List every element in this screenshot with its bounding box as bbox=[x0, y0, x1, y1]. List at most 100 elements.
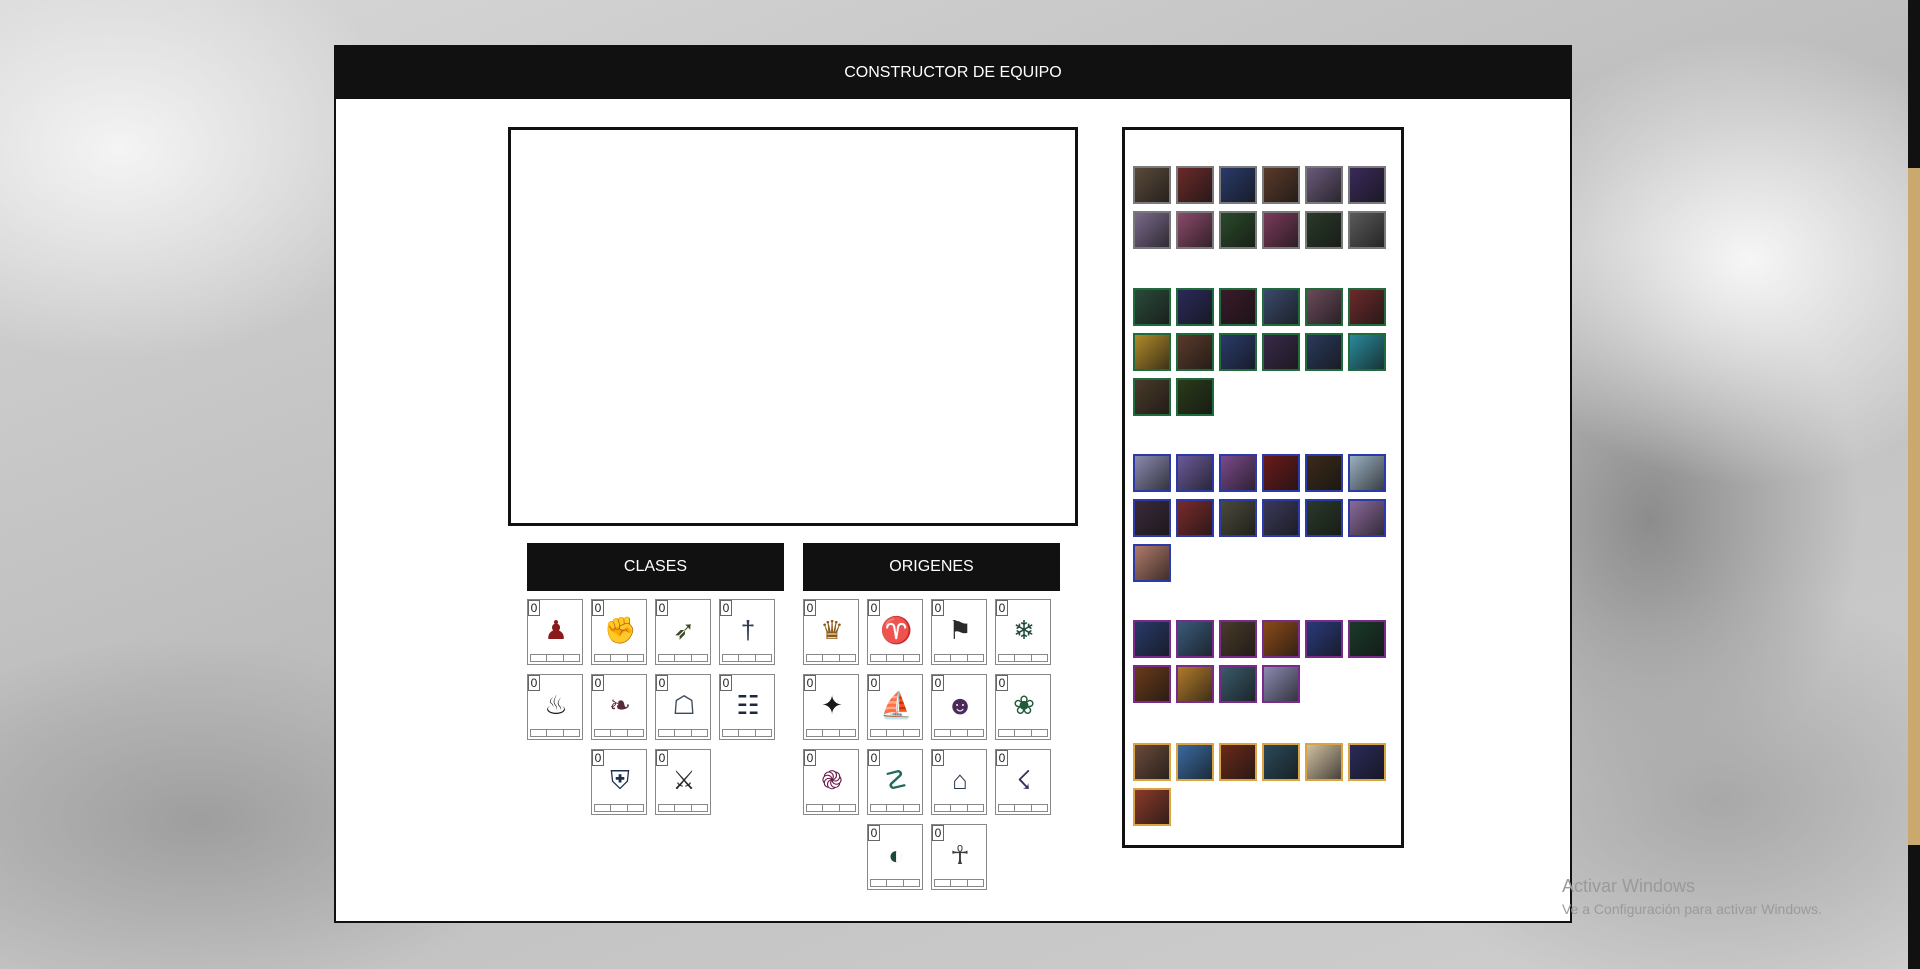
champion-portrait[interactable] bbox=[1133, 378, 1171, 416]
trait-count: 0 bbox=[868, 750, 880, 766]
classes-header-text: CLASES bbox=[623, 558, 688, 575]
champion-portrait[interactable] bbox=[1133, 743, 1171, 781]
champion-portrait[interactable] bbox=[1219, 333, 1257, 371]
champion-portrait[interactable] bbox=[1133, 665, 1171, 703]
open-book-trait-card[interactable]: 0 ☷ bbox=[719, 674, 775, 740]
champion-portrait[interactable] bbox=[1348, 288, 1386, 326]
paw-trait-card[interactable]: 0 ❀ bbox=[995, 674, 1051, 740]
knight-helmet-trait-card[interactable]: 0 ☖ bbox=[655, 674, 711, 740]
champion-portrait[interactable] bbox=[1176, 620, 1214, 658]
champion-portrait[interactable] bbox=[1305, 166, 1343, 204]
bow-icon: ➶ bbox=[673, 615, 695, 645]
champion-portrait[interactable] bbox=[1262, 211, 1300, 249]
sword-trait-card[interactable]: 0 † bbox=[719, 599, 775, 665]
champion-portrait[interactable] bbox=[1133, 544, 1171, 582]
champion-portrait[interactable] bbox=[1305, 620, 1343, 658]
champion-portrait[interactable] bbox=[1176, 454, 1214, 492]
fist-trait-card[interactable]: 0 ✊ bbox=[591, 599, 647, 665]
page-title-text: CONSTRUCTOR DE EQUIPO bbox=[844, 64, 1062, 81]
bow-trait-card[interactable]: 0 ➶ bbox=[655, 599, 711, 665]
trait-tier-bar bbox=[530, 729, 580, 737]
trait-count: 0 bbox=[592, 600, 604, 616]
champion-portrait[interactable] bbox=[1176, 211, 1214, 249]
champion-portrait[interactable] bbox=[1262, 499, 1300, 537]
champion-portrait[interactable] bbox=[1219, 166, 1257, 204]
dragon-trait-card[interactable]: 0 ☡ bbox=[867, 749, 923, 815]
scrollbar-thumb[interactable] bbox=[1908, 168, 1920, 845]
champion-portrait[interactable] bbox=[1219, 288, 1257, 326]
wolf-trait-card[interactable]: 0 ☇ bbox=[995, 749, 1051, 815]
champion-portrait[interactable] bbox=[1176, 499, 1214, 537]
trait-count: 0 bbox=[804, 750, 816, 766]
phantom-eye-trait-card[interactable]: 0 ◐ bbox=[867, 824, 923, 890]
champion-portrait[interactable] bbox=[1262, 743, 1300, 781]
guardian-trait-card[interactable]: 0 ☥ bbox=[931, 824, 987, 890]
snowflake-icon: ❄ bbox=[1013, 615, 1035, 645]
champion-portrait[interactable] bbox=[1348, 499, 1386, 537]
shapeshifter-trait-card[interactable]: 0 ❧ bbox=[591, 674, 647, 740]
champion-portrait[interactable] bbox=[1219, 620, 1257, 658]
demon-horns-trait-card[interactable]: 0 ♈ bbox=[867, 599, 923, 665]
champion-portrait[interactable] bbox=[1348, 454, 1386, 492]
crossed-pistols-trait-card[interactable]: 0 ⚔ bbox=[655, 749, 711, 815]
champion-portrait[interactable] bbox=[1262, 454, 1300, 492]
champion-portrait[interactable] bbox=[1262, 166, 1300, 204]
champion-portrait[interactable] bbox=[1176, 378, 1214, 416]
ship-trait-card[interactable]: 0 ⛵ bbox=[867, 674, 923, 740]
champion-portrait[interactable] bbox=[1133, 333, 1171, 371]
team-board-dropzone[interactable] bbox=[508, 127, 1078, 526]
champion-portrait[interactable] bbox=[1348, 333, 1386, 371]
champion-portrait[interactable] bbox=[1305, 211, 1343, 249]
champion-portrait[interactable] bbox=[1133, 788, 1171, 826]
champion-portrait[interactable] bbox=[1305, 454, 1343, 492]
void-spiral-trait-card[interactable]: 0 ֎ bbox=[803, 749, 859, 815]
trait-tier-bar bbox=[722, 654, 772, 662]
champion-portrait[interactable] bbox=[1133, 499, 1171, 537]
champion-portrait[interactable] bbox=[1219, 743, 1257, 781]
robot-icon: ⌂ bbox=[952, 765, 968, 795]
cat-mask-icon: ☻ bbox=[946, 690, 974, 720]
champion-portrait[interactable] bbox=[1348, 743, 1386, 781]
champion-portrait[interactable] bbox=[1305, 743, 1343, 781]
champion-portrait[interactable] bbox=[1176, 665, 1214, 703]
robot-trait-card[interactable]: 0 ⌂ bbox=[931, 749, 987, 815]
champion-portrait[interactable] bbox=[1262, 665, 1300, 703]
shield-trait-card[interactable]: 0 ⛨ bbox=[591, 749, 647, 815]
champion-portrait[interactable] bbox=[1305, 333, 1343, 371]
champion-portrait[interactable] bbox=[1133, 454, 1171, 492]
paw-icon: ❀ bbox=[1013, 690, 1035, 720]
banner-trait-card[interactable]: 0 ⚑ bbox=[931, 599, 987, 665]
champion-portrait[interactable] bbox=[1133, 620, 1171, 658]
champion-portrait[interactable] bbox=[1133, 288, 1171, 326]
champion-portrait[interactable] bbox=[1176, 288, 1214, 326]
champion-portrait[interactable] bbox=[1305, 499, 1343, 537]
hooded-assassin-trait-card[interactable]: 0 ♟ bbox=[527, 599, 583, 665]
champion-portrait[interactable] bbox=[1176, 333, 1214, 371]
champion-portrait[interactable] bbox=[1176, 743, 1214, 781]
shuriken-trait-card[interactable]: 0 ✦ bbox=[803, 674, 859, 740]
champion-portrait[interactable] bbox=[1305, 288, 1343, 326]
champion-portrait[interactable] bbox=[1219, 211, 1257, 249]
champion-portrait[interactable] bbox=[1262, 288, 1300, 326]
crossed-pistols-icon: ⚔ bbox=[672, 765, 696, 795]
champion-portrait[interactable] bbox=[1176, 166, 1214, 204]
champion-portrait[interactable] bbox=[1219, 454, 1257, 492]
flame-trait-card[interactable]: 0 ♨ bbox=[527, 674, 583, 740]
trait-count: 0 bbox=[932, 825, 944, 841]
windows-activation-watermark: Activar Windows Ve a Configuración para … bbox=[1562, 876, 1822, 917]
snowflake-trait-card[interactable]: 0 ❄ bbox=[995, 599, 1051, 665]
champion-portrait[interactable] bbox=[1348, 166, 1386, 204]
trait-tier-bar bbox=[870, 804, 920, 812]
trait-tier-bar bbox=[594, 654, 644, 662]
fist-icon: ✊ bbox=[604, 615, 637, 645]
champion-portrait[interactable] bbox=[1348, 620, 1386, 658]
champion-portrait[interactable] bbox=[1348, 211, 1386, 249]
champion-portrait[interactable] bbox=[1262, 620, 1300, 658]
champion-portrait[interactable] bbox=[1219, 665, 1257, 703]
champion-portrait[interactable] bbox=[1262, 333, 1300, 371]
champion-portrait[interactable] bbox=[1219, 499, 1257, 537]
cat-mask-trait-card[interactable]: 0 ☻ bbox=[931, 674, 987, 740]
champion-portrait[interactable] bbox=[1133, 211, 1171, 249]
champion-portrait[interactable] bbox=[1133, 166, 1171, 204]
crown-trait-card[interactable]: 0 ♛ bbox=[803, 599, 859, 665]
